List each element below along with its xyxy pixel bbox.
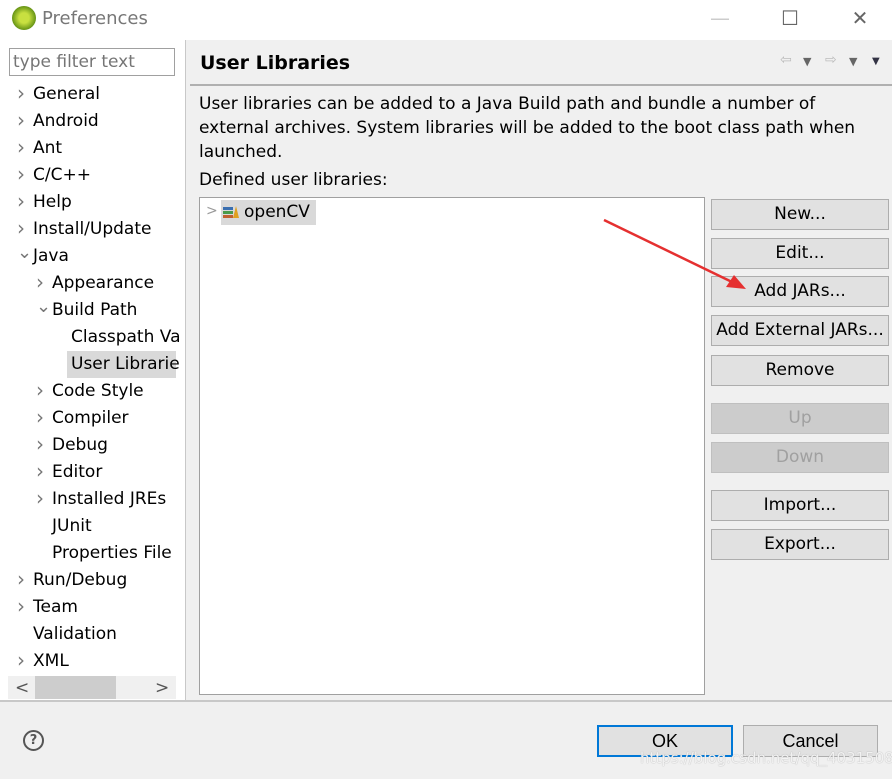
forward-icon[interactable]: ⇨ <box>825 52 837 68</box>
tree-item[interactable]: General <box>33 81 100 108</box>
chevron-right-icon[interactable]: › <box>17 162 25 186</box>
back-menu-icon[interactable]: ▼ <box>803 55 811 68</box>
chevron-right-icon[interactable]: › <box>17 594 25 618</box>
chevron-right-icon[interactable]: › <box>36 459 44 483</box>
chevron-right-icon[interactable]: › <box>17 81 25 105</box>
filter-input[interactable] <box>9 48 175 76</box>
watermark: https://blog.csdn.net/qq_40315080 <box>640 749 892 767</box>
view-menu-icon[interactable]: ▼ <box>872 56 880 67</box>
window-title: Preferences <box>42 8 148 29</box>
chevron-right-icon[interactable]: › <box>36 432 44 456</box>
defined-libraries-label: Defined user libraries: <box>199 170 388 190</box>
chevron-down-icon[interactable]: ⌄ <box>36 296 51 317</box>
tree-item[interactable]: Installed JREs <box>52 486 166 513</box>
tree-item[interactable]: Java <box>33 243 69 270</box>
close-button[interactable]: ✕ <box>845 6 875 32</box>
pane-divider[interactable] <box>185 40 186 700</box>
back-icon[interactable]: ⇦ <box>780 52 792 68</box>
chevron-right-icon[interactable]: › <box>17 189 25 213</box>
add-jars-button[interactable]: Add JARs... <box>711 276 889 307</box>
down-button: Down <box>711 442 889 473</box>
tree-item[interactable]: Code Style <box>52 378 144 405</box>
tree-item[interactable]: Team <box>33 594 78 621</box>
add-external-jars-button[interactable]: Add External JARs... <box>711 315 889 346</box>
tree-item[interactable]: Install/Update <box>33 216 151 243</box>
scroll-right-icon[interactable]: > <box>155 678 169 698</box>
chevron-right-icon[interactable]: › <box>17 135 25 159</box>
chevron-right-icon[interactable]: › <box>36 378 44 402</box>
up-button: Up <box>711 403 889 434</box>
help-icon[interactable]: ? <box>23 730 44 751</box>
chevron-right-icon[interactable]: › <box>17 108 25 132</box>
tree-item[interactable]: XML <box>33 648 69 675</box>
forward-menu-icon[interactable]: ▼ <box>849 55 857 68</box>
footer-separator <box>0 700 892 702</box>
library-icon <box>223 206 239 218</box>
tree-item[interactable]: Run/Debug <box>33 567 127 594</box>
export-button[interactable]: Export... <box>711 529 889 560</box>
tree-item[interactable]: Editor <box>52 459 102 486</box>
chevron-right-icon[interactable]: › <box>17 567 25 591</box>
user-libraries-list[interactable] <box>199 197 705 695</box>
tree-item[interactable]: Appearance <box>52 270 154 297</box>
import-button[interactable]: Import... <box>711 490 889 521</box>
tree-item[interactable]: Build Path <box>52 297 137 324</box>
new-button[interactable]: New... <box>711 199 889 230</box>
chevron-right-icon[interactable]: › <box>36 270 44 294</box>
header-separator <box>190 84 892 86</box>
tree-item[interactable]: Validation <box>33 621 117 648</box>
tree-item[interactable]: Compiler <box>52 405 129 432</box>
tree-item[interactable]: JUnit <box>52 513 92 540</box>
chevron-right-icon[interactable]: › <box>36 405 44 429</box>
library-item-opencv[interactable]: openCV <box>221 200 316 225</box>
minimize-button[interactable]: — <box>705 6 735 32</box>
remove-button[interactable]: Remove <box>711 355 889 386</box>
tree-item[interactable]: Android <box>33 108 99 135</box>
eclipse-app-icon <box>12 6 36 30</box>
chevron-right-icon[interactable]: › <box>36 486 44 510</box>
tree-item[interactable]: C/C++ <box>33 162 91 189</box>
tree-item[interactable]: Help <box>33 189 72 216</box>
tree-item[interactable]: Classpath Va <box>71 324 181 351</box>
page-title: User Libraries <box>200 52 351 74</box>
chevron-down-icon[interactable]: ⌄ <box>17 242 32 263</box>
tree-item[interactable]: Debug <box>52 432 108 459</box>
tree-item[interactable]: Ant <box>33 135 62 162</box>
scroll-left-icon[interactable]: < <box>15 678 29 698</box>
chevron-right-icon[interactable]: › <box>17 216 25 240</box>
scrollbar-thumb[interactable] <box>35 676 116 699</box>
edit-button[interactable]: Edit... <box>711 238 889 269</box>
tree-item[interactable]: User Librarie <box>71 351 180 378</box>
expand-chevron-icon[interactable]: > <box>206 203 218 219</box>
page-description: User libraries can be added to a Java Bu… <box>199 94 856 162</box>
maximize-button[interactable]: ☐ <box>775 6 805 32</box>
tree-item[interactable]: Properties File <box>52 540 172 567</box>
library-name: openCV <box>244 202 310 222</box>
chevron-right-icon[interactable]: › <box>17 648 25 672</box>
